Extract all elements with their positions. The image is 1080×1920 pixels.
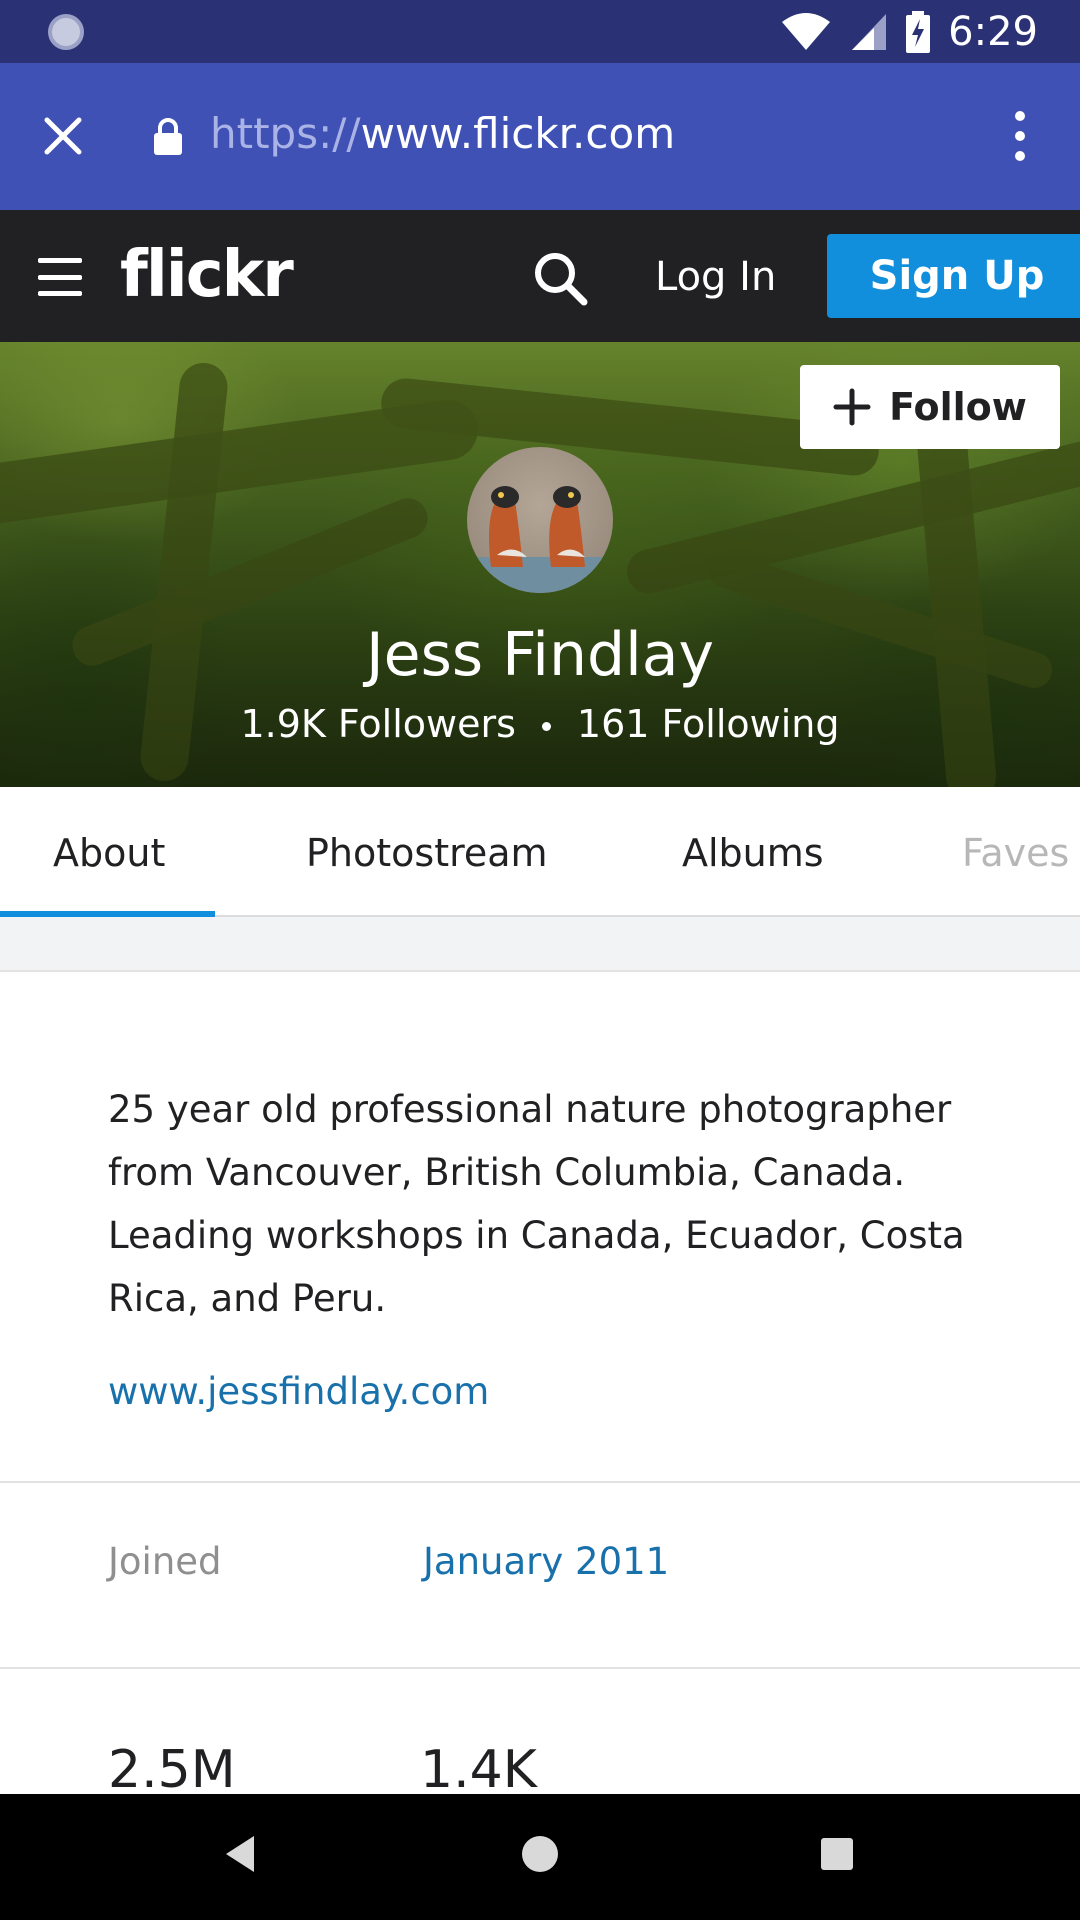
lock-icon <box>154 118 182 155</box>
flickr-logo[interactable]: flickr <box>120 238 294 312</box>
status-icons: 6:29 <box>780 8 1038 56</box>
login-link[interactable]: Log In <box>655 254 776 300</box>
divider <box>0 1481 1080 1483</box>
status-time: 6:29 <box>948 9 1038 55</box>
wifi-icon <box>782 13 831 50</box>
signup-button[interactable]: Sign Up <box>827 234 1080 318</box>
divider <box>0 1667 1080 1669</box>
plus-icon <box>833 388 871 426</box>
profile-tabs: About Photostream Albums Faves <box>0 787 1080 918</box>
sync-icon <box>48 14 84 50</box>
views-count: 2.5M <box>108 1740 236 1800</box>
separator-dot <box>541 722 551 731</box>
website-link[interactable]: www.jessfindlay.com <box>108 1370 489 1413</box>
profile-name: Jess Findlay <box>365 620 715 690</box>
following-count[interactable]: 161 Following <box>577 702 840 746</box>
tab-about[interactable]: About <box>53 831 165 875</box>
recents-icon[interactable] <box>821 1838 853 1870</box>
profile-stats: 1.9K Followers 161 Following <box>0 702 1080 746</box>
close-icon <box>44 117 82 155</box>
browser-toolbar: https://www.flickr.com <box>0 63 1080 210</box>
hamburger-menu-icon[interactable] <box>38 258 82 296</box>
site-header: flickr Log In Sign Up <box>0 210 1080 342</box>
joined-label: Joined <box>108 1540 222 1583</box>
avatar-image <box>467 486 613 593</box>
url-bar[interactable]: https://www.flickr.com <box>210 109 675 158</box>
search-icon[interactable] <box>530 248 590 308</box>
bio-text: 25 year old professional nature photogra… <box>108 1088 965 1320</box>
tab-albums[interactable]: Albums <box>682 831 824 875</box>
signal-icon <box>852 14 887 50</box>
tab-photostream[interactable]: Photostream <box>306 831 548 875</box>
follow-label: Follow <box>889 385 1027 429</box>
back-icon[interactable] <box>222 1834 258 1874</box>
system-nav-bar <box>0 1794 1080 1920</box>
follow-button[interactable]: Follow <box>800 365 1060 449</box>
status-bar: 6:29 <box>0 0 1080 63</box>
followers-count[interactable]: 1.9K Followers <box>240 702 515 746</box>
more-vert-icon[interactable] <box>990 103 1050 169</box>
home-icon[interactable] <box>522 1836 558 1872</box>
photos-count: 1.4K <box>420 1740 537 1800</box>
url-host: www.flickr.com <box>360 109 676 158</box>
joined-value[interactable]: January 2011 <box>423 1540 669 1583</box>
avatar[interactable] <box>467 447 613 593</box>
url-protocol: https:// <box>210 109 361 158</box>
tab-faves[interactable]: Faves <box>962 831 1069 875</box>
battery-charging-icon <box>906 11 931 53</box>
close-tab-button[interactable] <box>30 103 96 169</box>
